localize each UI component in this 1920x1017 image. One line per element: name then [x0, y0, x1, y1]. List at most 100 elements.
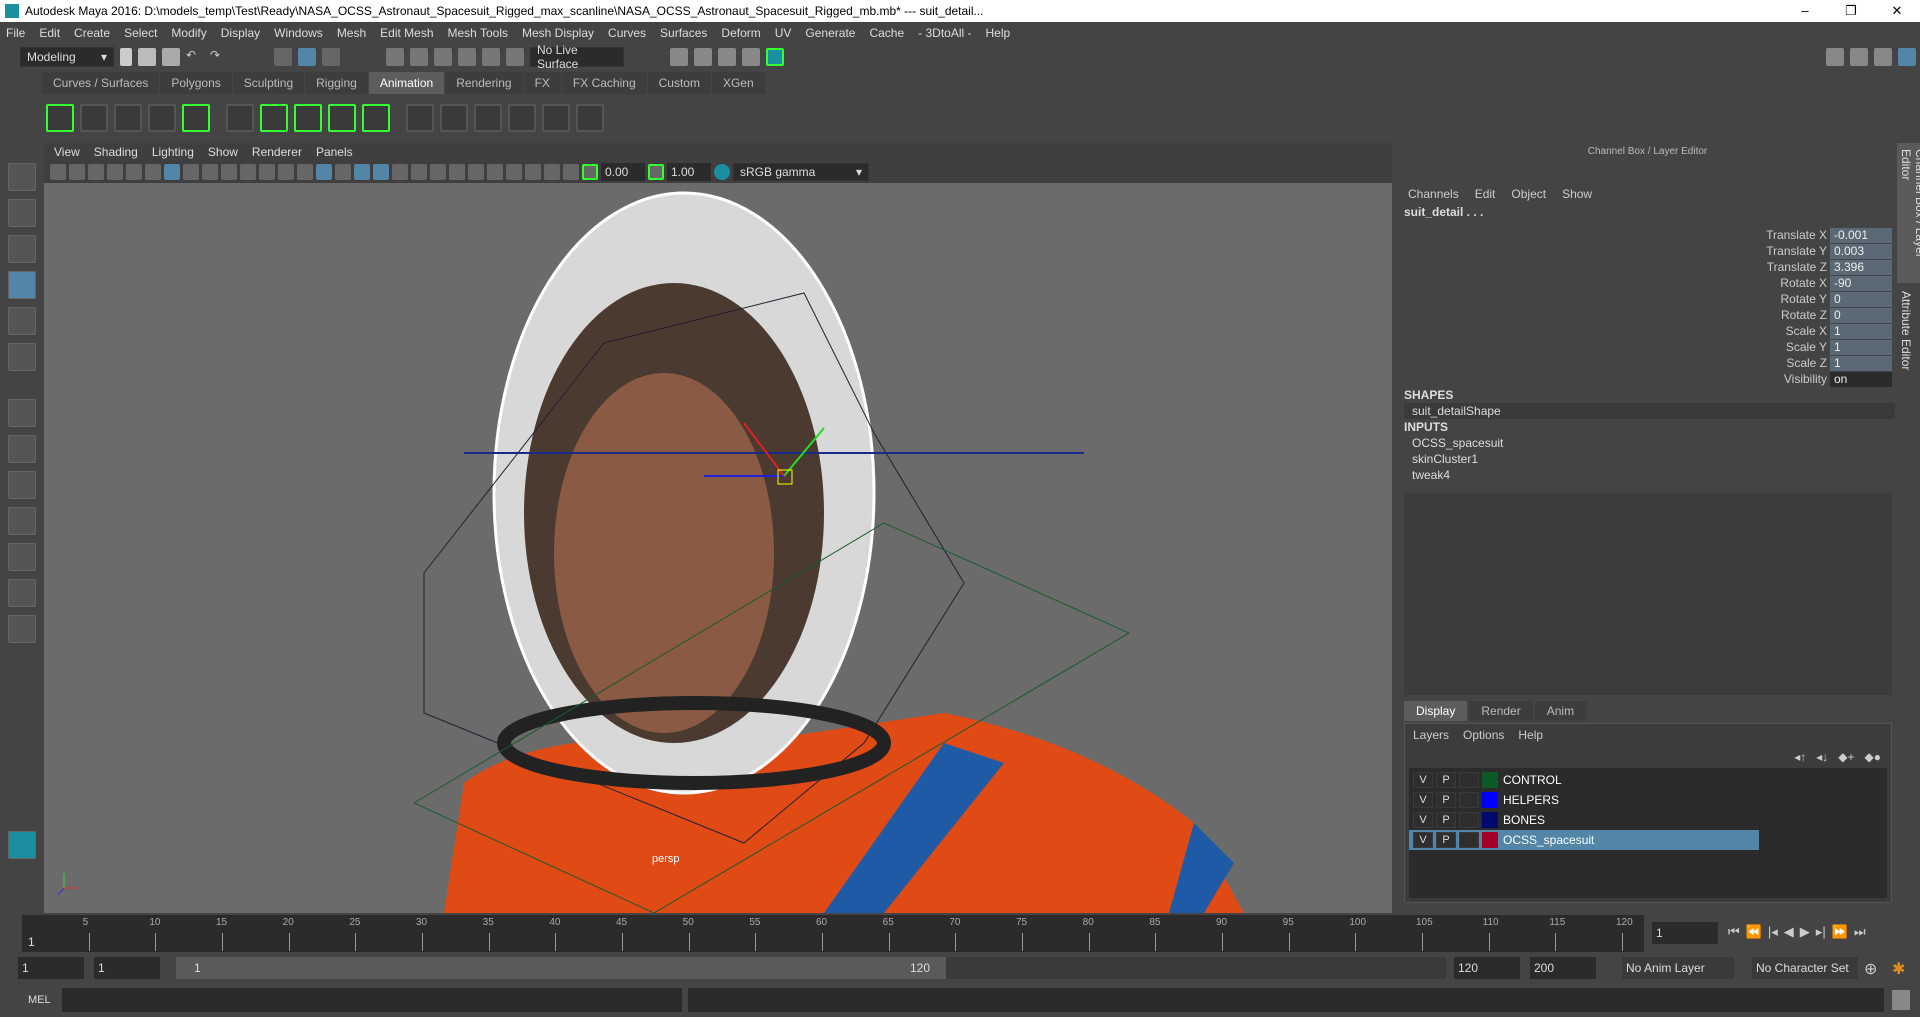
- select-hierarchy-icon[interactable]: [274, 48, 292, 66]
- layer-color-swatch[interactable]: [1482, 832, 1498, 848]
- channel-box-menu-edit[interactable]: Edit: [1475, 187, 1496, 205]
- layer-color-swatch[interactable]: [1482, 812, 1498, 828]
- playback-toggle[interactable]: P: [1436, 792, 1456, 808]
- select-object-icon[interactable]: [298, 48, 316, 66]
- modeling-toolkit-icon[interactable]: [1826, 48, 1844, 66]
- channel-row[interactable]: Rotate Z0: [1400, 307, 1895, 323]
- command-input[interactable]: [62, 988, 682, 1012]
- gamma-icon[interactable]: [648, 164, 664, 180]
- viewport-menu-view[interactable]: View: [54, 145, 80, 159]
- playback-toggle[interactable]: P: [1436, 832, 1456, 848]
- menu-surfaces[interactable]: Surfaces: [660, 26, 707, 40]
- viewport-menu-lighting[interactable]: Lighting: [152, 145, 194, 159]
- end-time-field[interactable]: 200: [1530, 957, 1596, 979]
- display-type-toggle[interactable]: [1459, 832, 1479, 848]
- channel-row[interactable]: Translate Y 0.003: [1400, 243, 1895, 259]
- snap-view-icon[interactable]: [458, 48, 476, 66]
- channel-box-menu-channels[interactable]: Channels: [1408, 187, 1459, 205]
- playback-toggle[interactable]: P: [1436, 772, 1456, 788]
- set-key-icon[interactable]: [182, 104, 210, 132]
- lasso-tool-icon[interactable]: [8, 199, 36, 227]
- shelf-tab-animation[interactable]: Animation: [368, 72, 445, 94]
- menu-create[interactable]: Create: [74, 26, 110, 40]
- single-view-layout-icon[interactable]: [8, 399, 36, 427]
- menu-file[interactable]: File: [6, 26, 25, 40]
- default-material-icon[interactable]: [335, 164, 351, 180]
- visibility-toggle[interactable]: V: [1413, 832, 1433, 848]
- hypershade-icon[interactable]: [766, 48, 784, 66]
- layer-color-swatch[interactable]: [1482, 792, 1498, 808]
- channel-row[interactable]: Scale Z1: [1400, 355, 1895, 371]
- script-editor-icon[interactable]: [1892, 990, 1910, 1010]
- step-forward-key-icon[interactable]: ⏩: [1832, 924, 1848, 940]
- layer-tab-render[interactable]: Render: [1469, 701, 1533, 721]
- new-layer-icon[interactable]: ◆+: [1838, 750, 1854, 764]
- menu-display[interactable]: Display: [221, 26, 260, 40]
- film-gate-icon[interactable]: [183, 164, 199, 180]
- xray-joints-icon[interactable]: [449, 164, 465, 180]
- move-layer-up-icon[interactable]: ◂↑: [1794, 750, 1806, 764]
- depth-of-field-icon[interactable]: [544, 164, 560, 180]
- move-layer-down-icon[interactable]: ◂↓: [1816, 750, 1828, 764]
- channel-value[interactable]: 3.396: [1830, 259, 1892, 275]
- channel-value[interactable]: 1: [1830, 339, 1892, 355]
- channel-value[interactable]: 0: [1830, 291, 1892, 307]
- channel-row[interactable]: Scale Y1: [1400, 339, 1895, 355]
- select-tool-icon[interactable]: [8, 163, 36, 191]
- range-slider-track[interactable]: [946, 957, 1446, 979]
- menu-uv[interactable]: UV: [775, 26, 792, 40]
- render-frame-icon[interactable]: [670, 48, 688, 66]
- exposure-field[interactable]: 0.00: [601, 163, 645, 181]
- layer-row[interactable]: V P OCSS_spacesuit: [1409, 830, 1759, 850]
- save-scene-icon[interactable]: [162, 48, 180, 66]
- playback-toggle[interactable]: P: [1436, 812, 1456, 828]
- 2d-pan-icon[interactable]: [126, 164, 142, 180]
- visibility-toggle[interactable]: V: [1413, 812, 1433, 828]
- channel-box-menu-show[interactable]: Show: [1562, 187, 1592, 205]
- shape-item[interactable]: suit_detailShape: [1404, 403, 1895, 419]
- input-node[interactable]: OCSS_spacesuit: [1412, 435, 1895, 451]
- tool-settings-icon[interactable]: [1874, 48, 1892, 66]
- aim-constraint-icon[interactable]: [440, 104, 468, 132]
- four-view-layout-icon[interactable]: [8, 435, 36, 463]
- go-to-start-icon[interactable]: ⏮: [1728, 924, 1740, 940]
- antialiasing-icon[interactable]: [487, 164, 503, 180]
- channel-value[interactable]: 1: [1830, 355, 1892, 371]
- move-tool-icon[interactable]: [8, 271, 36, 299]
- live-surface-field[interactable]: No Live Surface: [530, 43, 624, 71]
- channel-value[interactable]: 1: [1830, 323, 1892, 339]
- channel-box-toggle-icon[interactable]: [1898, 48, 1916, 66]
- attribute-editor-icon[interactable]: [1850, 48, 1868, 66]
- layer-menu-options[interactable]: Options: [1463, 728, 1504, 742]
- shelf-tab-curves-surfaces[interactable]: Curves / Surfaces: [42, 72, 160, 94]
- outliner-layout-icon[interactable]: [8, 507, 36, 535]
- new-scene-icon[interactable]: [120, 48, 132, 66]
- playblast-icon[interactable]: [46, 104, 74, 132]
- shelf-tab-rendering[interactable]: Rendering: [445, 72, 523, 94]
- wireframe-on-shaded-icon[interactable]: [354, 164, 370, 180]
- grid-icon[interactable]: [164, 164, 180, 180]
- layer-menu-help[interactable]: Help: [1518, 728, 1543, 742]
- ghost-icon[interactable]: [114, 104, 142, 132]
- ik-handle-icon[interactable]: [226, 104, 254, 132]
- motion-blur-icon[interactable]: [563, 164, 579, 180]
- motion-trail-icon[interactable]: [80, 104, 108, 132]
- menu-help[interactable]: Help: [986, 26, 1011, 40]
- visibility-toggle[interactable]: V: [1413, 792, 1433, 808]
- more-layouts-icon[interactable]: [8, 615, 36, 643]
- step-back-frame-icon[interactable]: |◂: [1768, 924, 1778, 940]
- resolution-gate-icon[interactable]: [202, 164, 218, 180]
- menu-select[interactable]: Select: [124, 26, 157, 40]
- scale-tool-icon[interactable]: [8, 343, 36, 371]
- graph-layout-icon[interactable]: [8, 543, 36, 571]
- channel-row[interactable]: Translate Z 3.396: [1400, 259, 1895, 275]
- animation-preferences-icon[interactable]: ✱: [1892, 959, 1905, 979]
- exposure-icon[interactable]: [582, 164, 598, 180]
- snap-curve-icon[interactable]: [410, 48, 428, 66]
- layer-row[interactable]: V P HELPERS: [1409, 790, 1887, 810]
- isolate-select-icon[interactable]: [506, 164, 522, 180]
- shadows-icon[interactable]: [411, 164, 427, 180]
- anim-layer-dropdown[interactable]: No Anim Layer: [1622, 957, 1734, 979]
- go-to-end-icon[interactable]: ⏭: [1854, 924, 1866, 940]
- command-language-label[interactable]: MEL: [28, 994, 51, 1006]
